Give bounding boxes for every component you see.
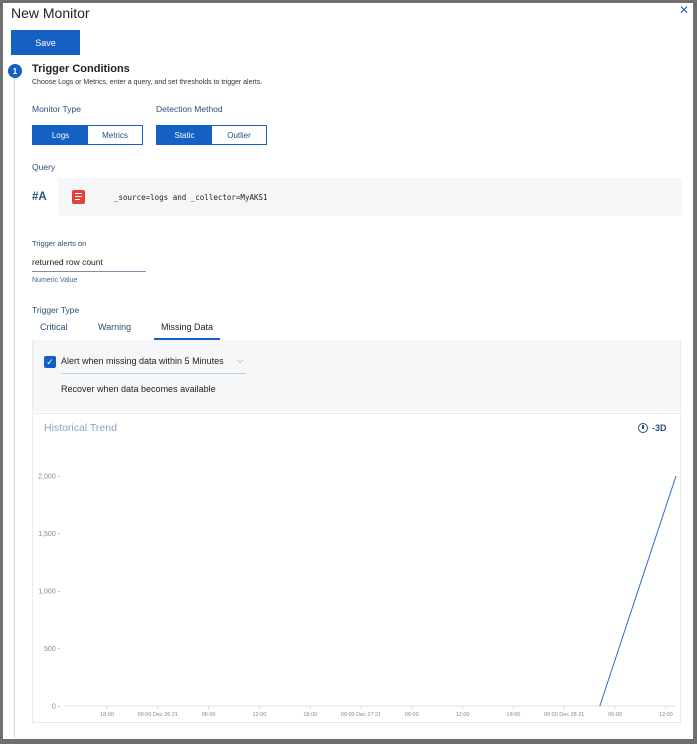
x-tick-label: 06:00 <box>608 712 622 718</box>
x-tick-label: 06:00 <box>405 712 419 718</box>
series-line <box>599 475 677 707</box>
x-tick-label: 18:00 <box>303 712 317 718</box>
x-tick-label: 12:00 <box>659 712 673 718</box>
x-tick-label: 00:00 Dec 26 21 <box>138 712 178 718</box>
x-tick-label: 06:00 <box>202 712 216 718</box>
x-tick-label: 00:00 Dec 27 21 <box>341 712 381 718</box>
y-tick-label: 1,000 - <box>38 589 60 596</box>
y-tick-label: 2,000 - <box>38 474 60 481</box>
x-tick-label: 18:00 <box>100 712 114 718</box>
x-tick-label: 12:00 <box>253 712 267 718</box>
x-tick-label: 12:00 <box>456 712 470 718</box>
x-tick-label: 00:00 Dec 28 21 <box>544 712 584 718</box>
y-tick-label: 500 - <box>44 646 61 653</box>
historical-trend-chart: 0 - 500 - 1,000 - 1,500 - 2,000 - 18:00 00:00 … <box>38 474 677 718</box>
y-tick-label: 1,500 - <box>38 531 60 538</box>
y-tick-label: 0 - <box>52 704 61 711</box>
x-tick-label: 18:00 <box>507 712 521 718</box>
